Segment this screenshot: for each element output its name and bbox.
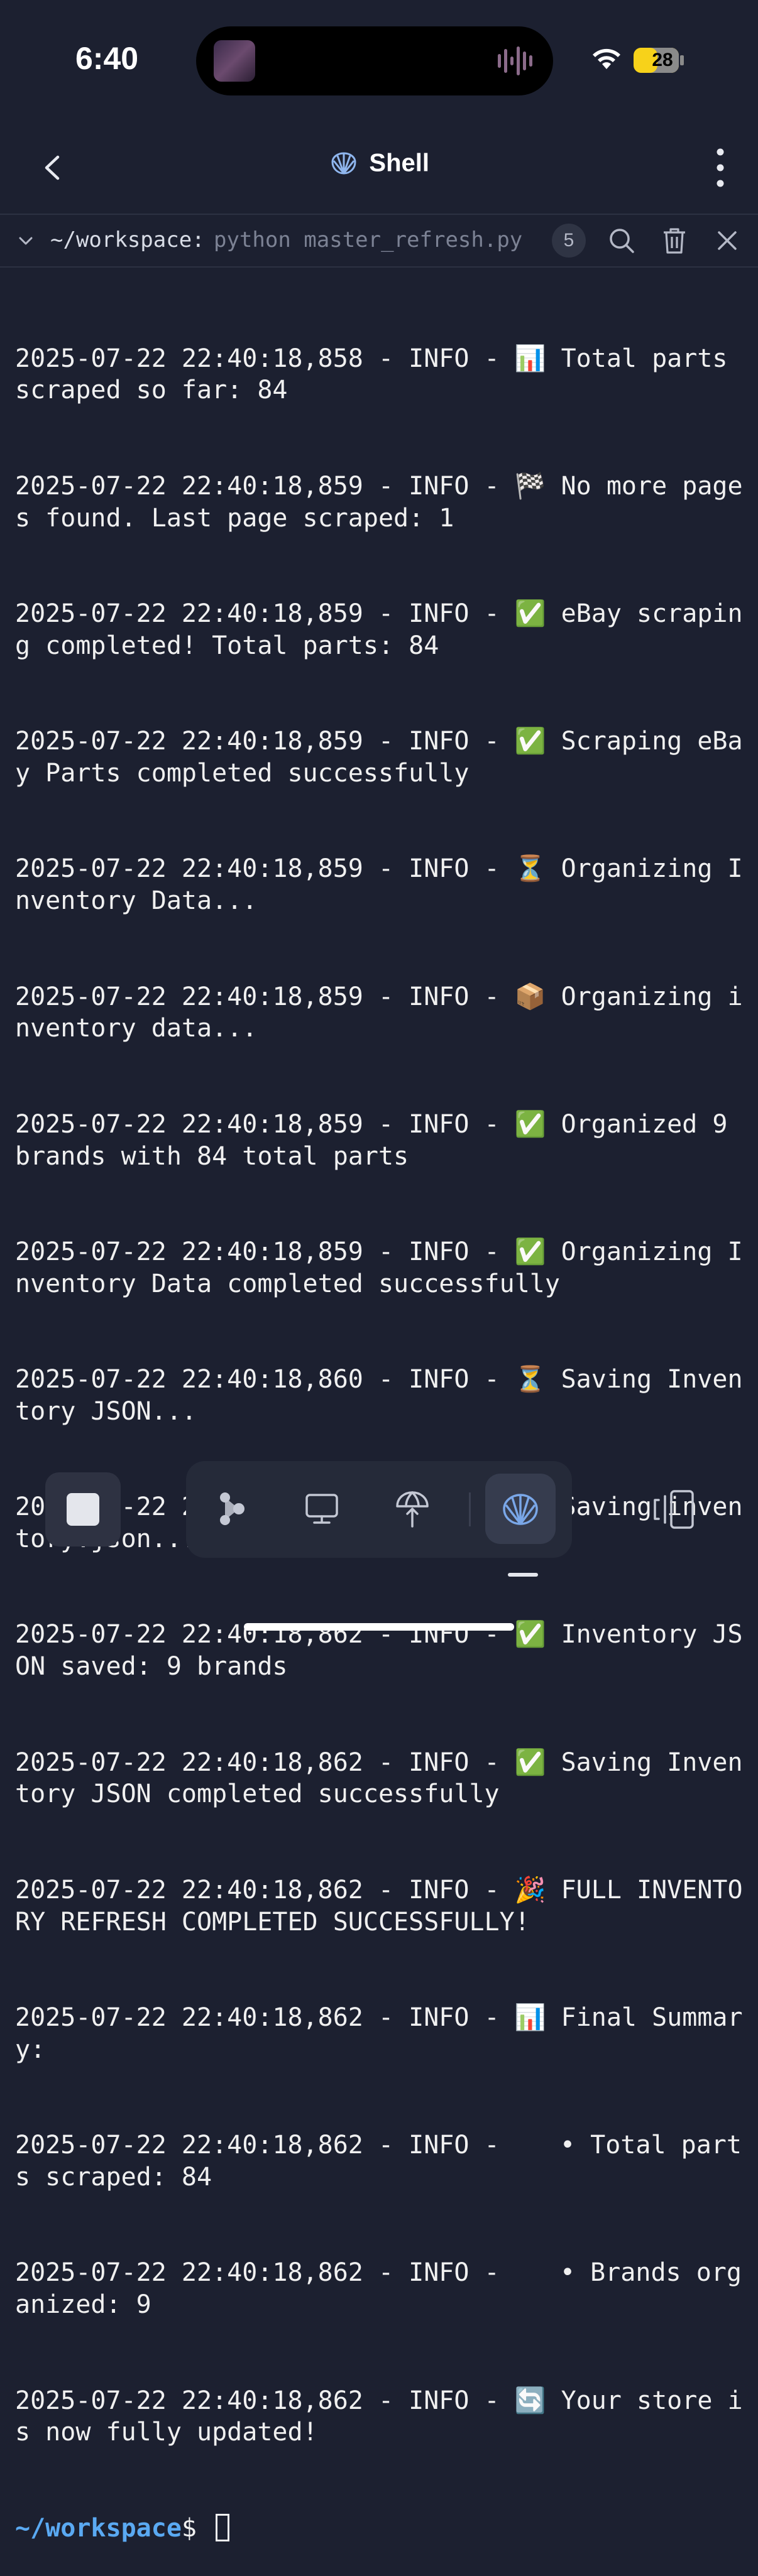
terminal-line: 2025-07-22 22:40:18,859 - INFO - 🏁 No mo… bbox=[15, 471, 743, 533]
tab-bar-divider bbox=[0, 266, 758, 268]
deploy-button[interactable] bbox=[377, 1474, 448, 1544]
battery-cap bbox=[680, 55, 684, 65]
terminal-line: 2025-07-22 22:40:18,862 - INFO - ✅ Savin… bbox=[15, 1747, 743, 1809]
shell-path[interactable]: ~/workspace: bbox=[50, 227, 205, 253]
more-vertical-icon[interactable] bbox=[714, 147, 727, 188]
monitor-icon bbox=[305, 1494, 338, 1524]
terminal-cursor bbox=[216, 2513, 230, 2541]
terminal-line: 2025-07-22 22:40:18,860 - INFO - ⏳ Savin… bbox=[15, 1365, 743, 1426]
prompt-path: ~/workspace bbox=[15, 2513, 182, 2543]
status-time: 6:40 bbox=[75, 41, 139, 76]
now-playing-artwork bbox=[214, 40, 255, 82]
battery-indicator: 28 bbox=[634, 48, 679, 73]
terminal-line: 2025-07-22 22:40:18,862 - INFO - 🎉 FULL … bbox=[15, 1875, 743, 1937]
terminal-line: 2025-07-22 22:40:18,859 - INFO - ✅ Organ… bbox=[15, 1237, 743, 1298]
home-indicator[interactable] bbox=[244, 1623, 514, 1631]
toolbar-separator bbox=[469, 1492, 471, 1526]
status-bar: 6:40 28 bbox=[0, 0, 758, 126]
agent-icon bbox=[220, 1492, 244, 1525]
shell-icon bbox=[503, 1494, 538, 1525]
terminal-line: 2025-07-22 22:40:18,858 - INFO - 📊 Total… bbox=[15, 344, 743, 405]
audio-waveform-icon bbox=[498, 46, 532, 75]
terminal-line: 2025-07-22 22:40:18,862 - INFO - • Total… bbox=[15, 2131, 742, 2192]
shell-button[interactable] bbox=[485, 1474, 556, 1544]
page-title: Shell bbox=[0, 148, 758, 178]
console-button[interactable] bbox=[287, 1474, 357, 1544]
header-title: Shell bbox=[369, 149, 430, 177]
terminal-prompt[interactable]: ~/workspace$ bbox=[15, 2513, 744, 2545]
terminal-line: 2025-07-22 22:40:18,859 - INFO - ✅ eBay … bbox=[15, 599, 743, 660]
deploy-icon bbox=[396, 1491, 429, 1528]
terminal-line: 2025-07-22 22:40:18,859 - INFO - ✅ Organ… bbox=[15, 1109, 743, 1171]
prompt-symbol: $ bbox=[181, 2513, 197, 2543]
search-icon[interactable] bbox=[607, 226, 636, 255]
app-header: Shell bbox=[0, 126, 758, 214]
active-tab-indicator bbox=[508, 1573, 538, 1577]
chevron-down-icon[interactable] bbox=[16, 231, 35, 250]
session-count-badge[interactable]: 5 bbox=[552, 224, 586, 258]
shell-tab-bar: ~/workspace: python master_refresh.py 5 bbox=[0, 215, 758, 266]
terminal-output[interactable]: 2025-07-22 22:40:18,858 - INFO - 📊 Total… bbox=[15, 279, 744, 2576]
trash-icon[interactable] bbox=[660, 226, 689, 255]
terminal-line: 2025-07-22 22:40:18,862 - INFO - 🔄 Your … bbox=[15, 2386, 743, 2447]
terminal-line: 2025-07-22 22:40:18,862 - INFO - 📊 Final… bbox=[15, 2003, 743, 2064]
dynamic-island[interactable] bbox=[196, 26, 553, 95]
terminal-line: 2025-07-22 22:40:18,859 - INFO - ✅ Scrap… bbox=[15, 727, 743, 788]
stop-icon bbox=[67, 1493, 99, 1526]
shell-icon bbox=[331, 152, 356, 175]
panels-icon[interactable] bbox=[650, 1487, 696, 1531]
wifi-icon bbox=[593, 48, 620, 69]
battery-level: 28 bbox=[652, 50, 673, 70]
stop-button[interactable] bbox=[45, 1472, 121, 1546]
shell-command[interactable]: python master_refresh.py bbox=[214, 227, 536, 253]
close-icon[interactable] bbox=[713, 226, 742, 255]
agent-button[interactable] bbox=[196, 1474, 266, 1544]
terminal-line: 2025-07-22 22:40:18,859 - INFO - ⏳ Organ… bbox=[15, 854, 743, 916]
tool-switcher bbox=[186, 1461, 572, 1558]
terminal-line: 2025-07-22 22:40:18,862 - INFO - • Brand… bbox=[15, 2258, 742, 2320]
terminal-line: 2025-07-22 22:40:18,859 - INFO - 📦 Organ… bbox=[15, 982, 743, 1043]
